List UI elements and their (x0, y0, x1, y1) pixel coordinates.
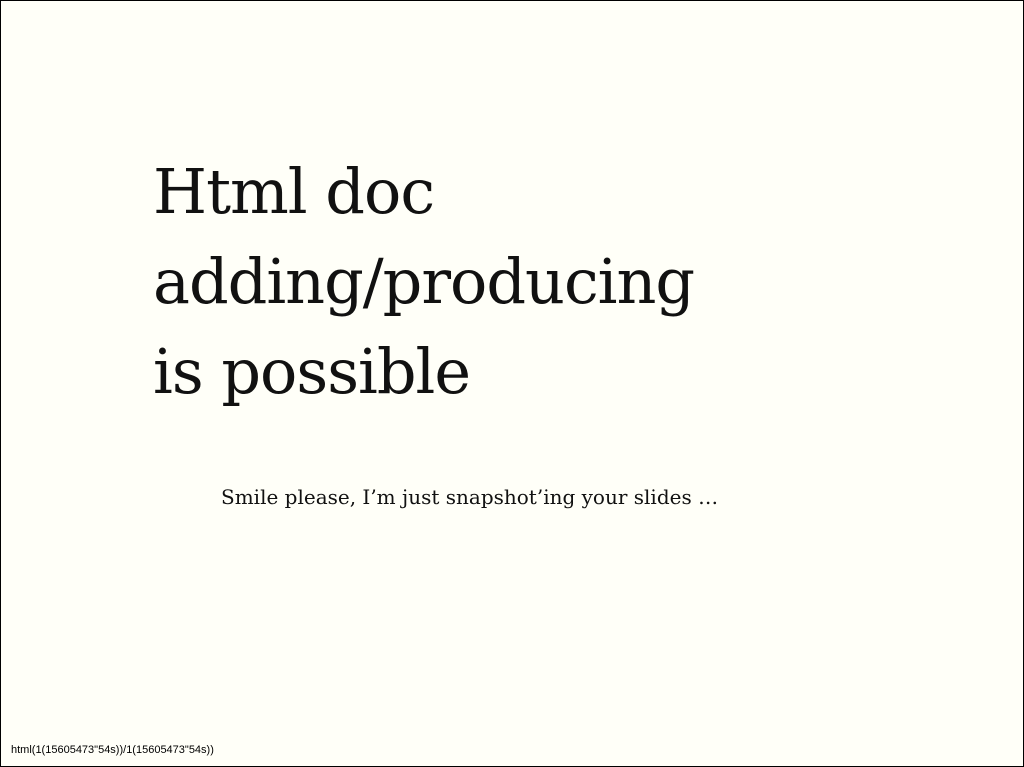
slide-footer-timing: html(1(15605473"54s))/1(15605473"54s)) (11, 744, 214, 756)
slide: Html doc adding/producing is possible Sm… (0, 0, 1024, 767)
slide-title-line-2: adding/producing (153, 245, 695, 318)
slide-title-line-3: is possible (153, 335, 471, 408)
slide-subtitle: Smile please, I’m just snapshot’ing your… (221, 485, 719, 509)
slide-title: Html doc adding/producing is possible (153, 147, 695, 417)
slide-title-line-1: Html doc (153, 155, 435, 228)
